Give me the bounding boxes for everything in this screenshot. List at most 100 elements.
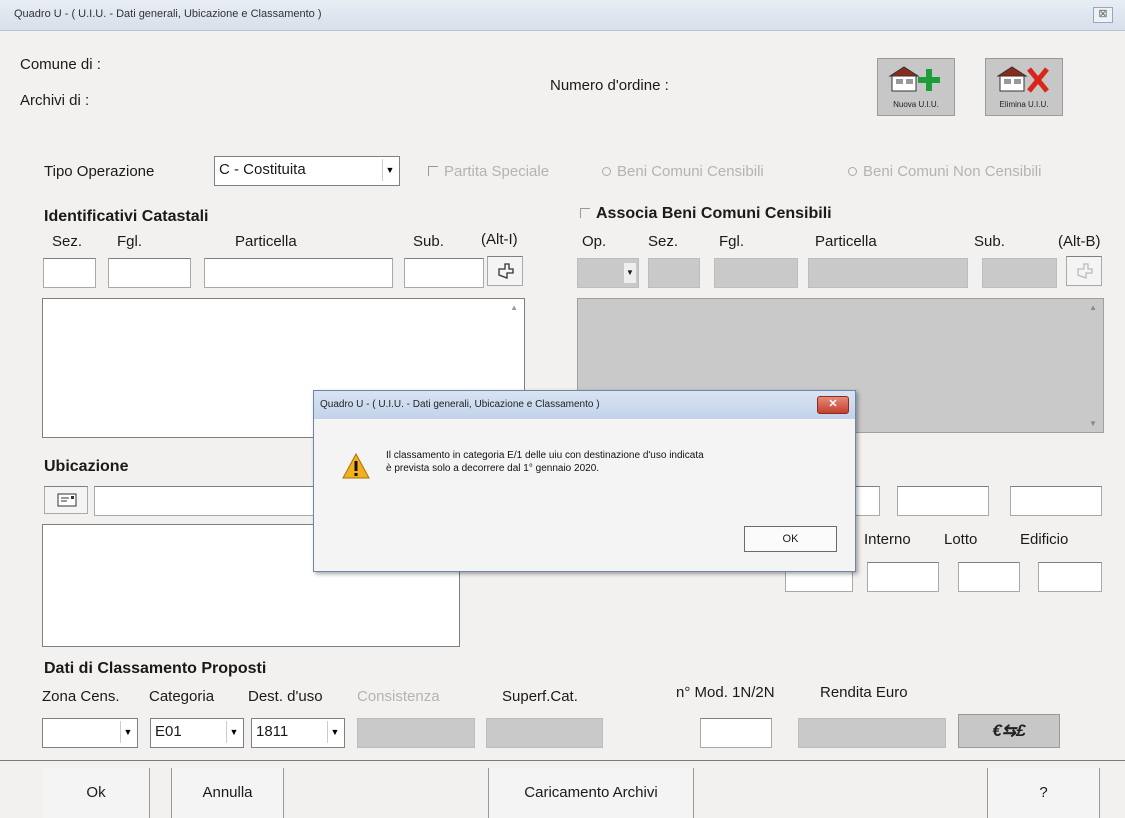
ass-sub-input[interactable] — [982, 258, 1057, 288]
elimina-uiu-label: Elimina U.I.U. — [999, 100, 1049, 109]
ubicazione-lookup-button[interactable] — [44, 486, 88, 514]
categoria-select[interactable]: E01 ▼ — [150, 718, 244, 748]
alert-dialog: Quadro U - ( U.I.U. - Dati generali, Ubi… — [313, 390, 856, 572]
id-sub-label: Sub. — [413, 233, 444, 250]
ass-particella-label: Particella — [815, 233, 877, 250]
tipo-operazione-select[interactable]: C - Costituita ▼ — [214, 156, 400, 186]
ass-insert-button[interactable] — [1066, 256, 1102, 286]
mod-label: n° Mod. 1N/2N — [676, 684, 775, 701]
address-card-icon — [57, 493, 77, 507]
mod-input[interactable] — [700, 718, 772, 748]
categoria-value: E01 — [155, 723, 182, 740]
ubicazione-indirizzo-input[interactable] — [94, 486, 319, 516]
associa-title: Associa Beni Comuni Censibili — [596, 205, 832, 222]
dest-uso-select[interactable]: 1811 ▼ — [251, 718, 345, 748]
ass-shortcut-label: (Alt-B) — [1058, 233, 1101, 250]
dialog-title: Quadro U - ( U.I.U. - Dati generali, Ubi… — [320, 399, 600, 410]
ass-op-label: Op. — [582, 233, 607, 250]
ass-sub-label: Sub. — [974, 233, 1005, 250]
partita-speciale-label: Partita Speciale — [444, 163, 550, 180]
rendita-input[interactable] — [798, 718, 946, 748]
comune-label: Comune di : — [20, 56, 101, 73]
ass-op-select[interactable]: ▼ — [577, 258, 639, 288]
ass-particella-input[interactable] — [808, 258, 968, 288]
nuova-uiu-button[interactable]: Nuova U.I.U. — [877, 58, 955, 116]
zona-select[interactable]: ▼ — [42, 718, 138, 748]
ass-sez-label: Sez. — [648, 233, 679, 250]
hand-pointer-icon — [1077, 263, 1093, 279]
superf-label: Superf.Cat. — [502, 688, 578, 705]
chevron-down-icon: ▼ — [624, 263, 636, 283]
dialog-message-line2: è prevista solo a decorrere dal 1° genna… — [386, 463, 600, 474]
elimina-uiu-button[interactable]: Elimina U.I.U. — [985, 58, 1063, 116]
footer-divider — [0, 760, 1125, 761]
superf-input[interactable] — [486, 718, 603, 748]
window-titlebar: Quadro U - ( U.I.U. - Dati generali, Ubi… — [0, 0, 1125, 31]
tipo-operazione-value: C - Costituita — [219, 161, 306, 178]
dialog-close-button[interactable]: ✕ — [817, 396, 849, 414]
window-title: Quadro U - ( U.I.U. - Dati generali, Ubi… — [14, 8, 322, 20]
id-sub-input[interactable] — [404, 258, 484, 288]
beni-comuni-censibili-radio[interactable]: Beni Comuni Censibili — [602, 163, 764, 180]
ass-fgl-input[interactable] — [714, 258, 798, 288]
dest-uso-value: 1811 — [256, 723, 289, 740]
caricamento-archivi-button[interactable]: Caricamento Archivi — [488, 768, 694, 818]
hand-pointer-icon — [498, 263, 514, 279]
chevron-down-icon: ▼ — [327, 721, 342, 743]
dialog-message: Il classamento in categoria E/1 delle ui… — [386, 449, 704, 475]
id-particella-label: Particella — [235, 233, 297, 250]
warning-icon — [342, 453, 370, 479]
ok-button[interactable]: Ok — [43, 768, 150, 818]
ubicazione-title: Ubicazione — [44, 458, 129, 475]
partita-speciale-checkbox[interactable]: Partita Speciale — [428, 163, 549, 180]
id-sez-input[interactable] — [43, 258, 96, 288]
chevron-down-icon: ▼ — [120, 721, 135, 743]
consistenza-input[interactable] — [357, 718, 475, 748]
id-shortcut-label: (Alt-I) — [481, 231, 518, 248]
id-particella-input[interactable] — [204, 258, 393, 288]
identificativi-title: Identificativi Catastali — [44, 208, 209, 225]
dest-uso-label: Dest. d'uso — [248, 688, 323, 705]
window-close-button[interactable]: ⊠ — [1093, 7, 1113, 23]
ass-sez-input[interactable] — [648, 258, 700, 288]
house-delete-icon — [996, 66, 1049, 93]
scroll-up-icon[interactable]: ▲ — [510, 303, 518, 312]
scroll-down-icon[interactable]: ▼ — [1089, 419, 1097, 428]
interno-label: Interno — [864, 531, 911, 548]
ubicazione-field-c[interactable] — [1010, 486, 1102, 516]
chevron-down-icon: ▼ — [382, 159, 397, 181]
house-add-icon — [888, 66, 940, 92]
classamento-title: Dati di Classamento Proposti — [44, 660, 267, 677]
categoria-label: Categoria — [149, 688, 215, 705]
rendita-label: Rendita Euro — [820, 684, 908, 701]
id-sez-label: Sez. — [52, 233, 83, 250]
id-fgl-label: Fgl. — [117, 233, 143, 250]
tipo-operazione-label: Tipo Operazione — [44, 163, 155, 180]
edificio-label: Edificio — [1020, 531, 1069, 548]
ubicazione-field-b[interactable] — [897, 486, 989, 516]
help-button[interactable]: ? — [987, 768, 1100, 818]
id-fgl-input[interactable] — [108, 258, 191, 288]
edificio-input[interactable] — [1038, 562, 1102, 592]
numero-ordine-label: Numero d'ordine : — [550, 77, 669, 94]
lotto-label: Lotto — [944, 531, 978, 548]
ass-fgl-label: Fgl. — [719, 233, 745, 250]
scroll-up-icon[interactable]: ▲ — [1089, 303, 1097, 312]
interno-input[interactable] — [867, 562, 939, 592]
chevron-down-icon: ▼ — [226, 721, 241, 743]
zona-label: Zona Cens. — [42, 688, 120, 705]
currency-convert-button[interactable]: €⇆£ — [958, 714, 1060, 748]
beni-comuni-non-censibili-radio[interactable]: Beni Comuni Non Censibili — [848, 163, 1041, 180]
dialog-titlebar: Quadro U - ( U.I.U. - Dati generali, Ubi… — [314, 391, 855, 419]
dialog-ok-button[interactable]: OK — [744, 526, 837, 552]
dialog-message-line1: Il classamento in categoria E/1 delle ui… — [386, 450, 704, 461]
beni-comuni-non-censibili-label: Beni Comuni Non Censibili — [863, 163, 1042, 180]
annulla-button[interactable]: Annulla — [171, 768, 284, 818]
archivi-label: Archivi di : — [20, 92, 90, 109]
consistenza-label: Consistenza — [357, 688, 440, 705]
lotto-input[interactable] — [958, 562, 1020, 592]
beni-comuni-censibili-label: Beni Comuni Censibili — [617, 163, 764, 180]
nuova-uiu-label: Nuova U.I.U. — [893, 100, 939, 109]
associa-checkbox[interactable]: Associa Beni Comuni Censibili — [580, 205, 832, 223]
id-insert-button[interactable] — [487, 256, 523, 286]
